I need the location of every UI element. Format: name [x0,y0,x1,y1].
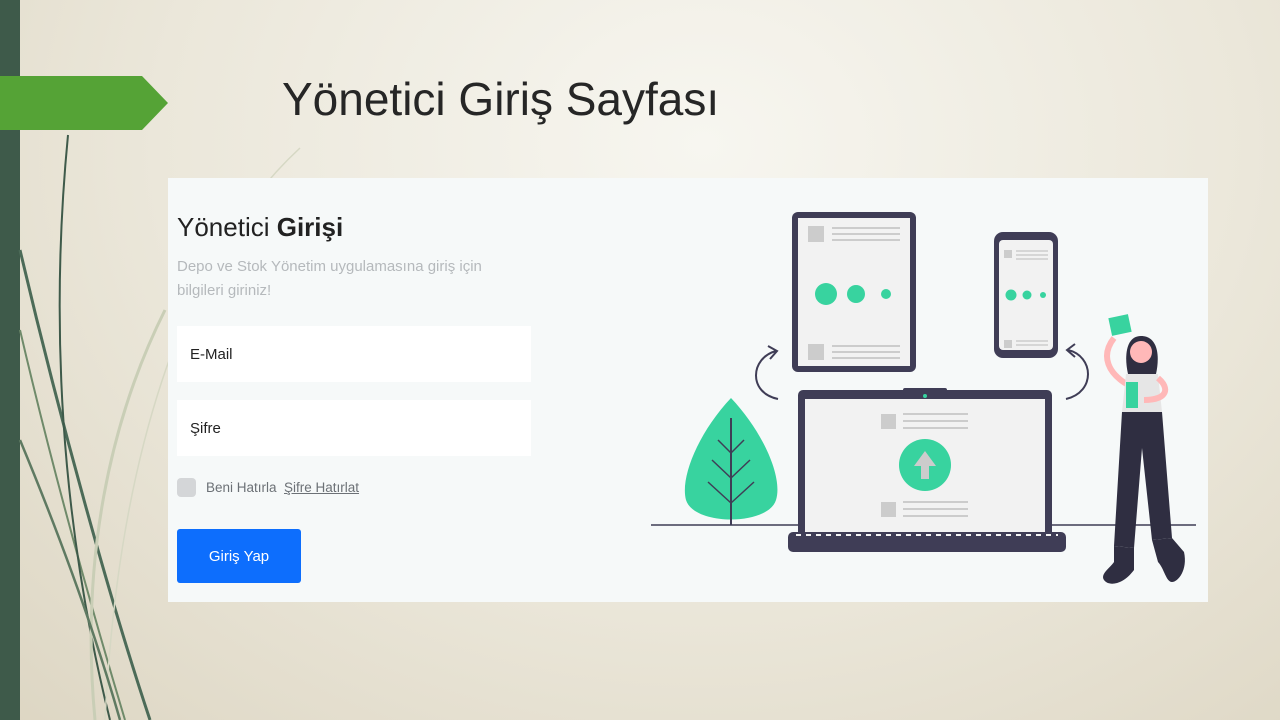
login-page-screenshot: Yönetici Girişi Depo ve Stok Yönetim uyg… [168,178,1208,602]
tablet-device-icon [792,212,916,372]
login-heading-regular: Yönetici [177,212,270,242]
leaf-icon [684,398,778,525]
laptop-device-icon [788,388,1066,552]
woman-figure-icon [1103,314,1185,584]
login-heading-bold: Girişi [276,212,344,242]
phone-device-icon [994,232,1058,358]
title-arrow-icon [0,76,168,130]
remember-me-label: Beni Hatırla [206,480,277,495]
login-subtitle: Depo ve Stok Yönetim uygulamasına giriş … [177,258,482,299]
refresh-arrow-right-icon [1065,349,1089,400]
remember-me-checkbox[interactable] [177,478,196,497]
slide-title: Yönetici Giriş Sayfası [282,73,720,125]
password-field[interactable] [177,400,531,456]
forgot-password-link[interactable]: Şifre Hatırlat [284,480,359,495]
devices-illustration [651,212,1196,584]
login-button[interactable]: Giriş Yap [177,529,301,583]
login-heading: Yönetici Girişi [177,212,343,243]
email-field[interactable] [177,326,531,382]
refresh-arrow-left-icon [755,350,779,400]
